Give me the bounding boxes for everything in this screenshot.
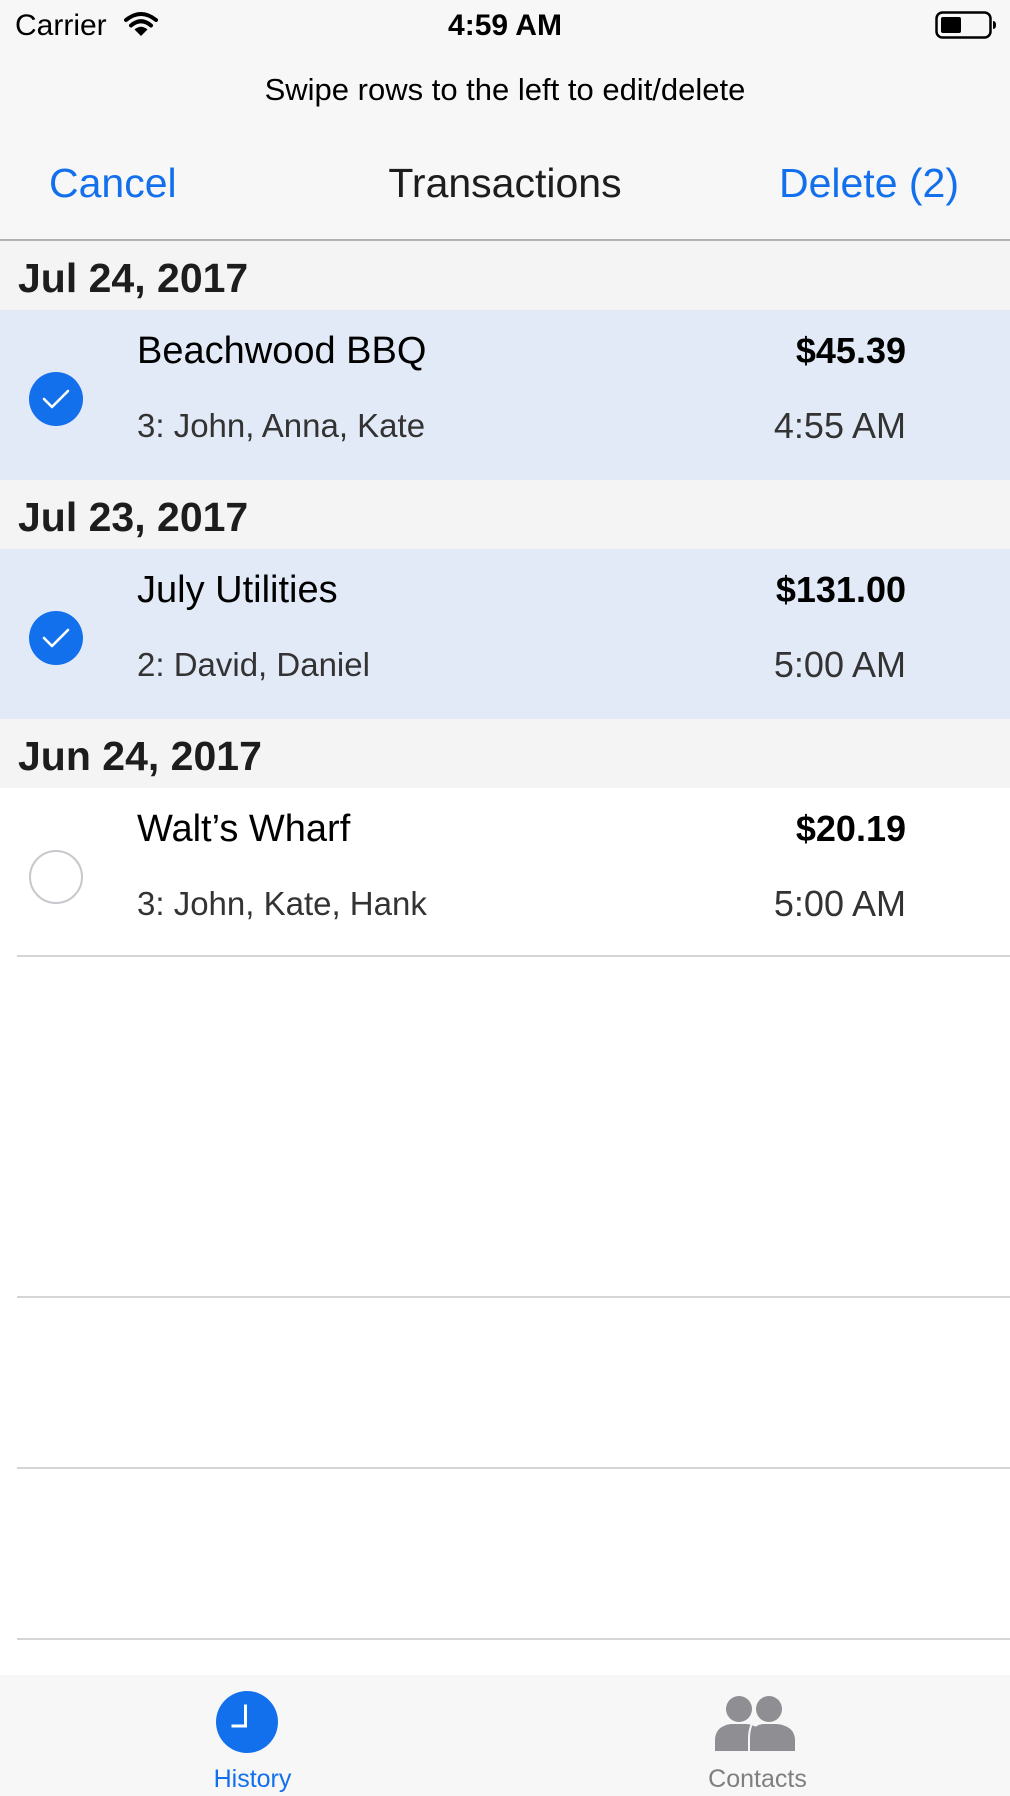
transaction-time: 4:55 AM — [773, 405, 906, 446]
row-separator — [17, 1638, 1010, 1640]
section-date: Jul 24, 2017 — [18, 255, 249, 301]
tab-contacts[interactable]: Contacts — [505, 1675, 1010, 1796]
transaction-time: 5:00 AM — [773, 644, 906, 685]
transaction-amount: $45.39 — [795, 330, 906, 371]
unselected-circle-icon[interactable] — [29, 850, 83, 904]
row-separator — [17, 1467, 1010, 1469]
navigation-bar: Swipe rows to the left to edit/delete Tr… — [0, 50, 1010, 241]
section-date: Jul 23, 2017 — [18, 494, 249, 540]
transaction-participants: 3: John, Kate, Hank — [137, 885, 427, 922]
section-header: Jul 23, 2017 — [0, 480, 1010, 549]
battery-icon — [935, 11, 997, 39]
section-header: Jul 24, 2017 — [0, 241, 1010, 310]
transaction-participants: 2: David, Daniel — [137, 646, 370, 683]
transaction-name: Walt’s Wharf — [137, 808, 351, 850]
status-bar: Carrier 4:59 AM — [0, 0, 1010, 50]
tab-history[interactable]: History — [0, 1675, 505, 1796]
tab-label: Contacts — [708, 1765, 807, 1793]
transaction-row[interactable]: July Utilities $131.00 2: David, Daniel … — [0, 549, 1010, 719]
transaction-name: July Utilities — [137, 569, 338, 611]
status-time: 4:59 AM — [448, 9, 562, 42]
transaction-row[interactable]: Beachwood BBQ $45.39 3: John, Anna, Kate… — [0, 310, 1010, 480]
tab-bar: History Contacts — [0, 1675, 1010, 1796]
row-separator — [17, 955, 1010, 957]
delete-button[interactable]: Delete (2) — [779, 160, 959, 206]
transaction-amount: $131.00 — [775, 569, 906, 610]
transaction-time: 5:00 AM — [773, 883, 906, 924]
transaction-row[interactable]: Walt’s Wharf $20.19 3: John, Kate, Hank … — [0, 788, 1010, 958]
clock-icon — [216, 1691, 278, 1758]
transaction-amount: $20.19 — [795, 808, 906, 849]
edit-hint: Swipe rows to the left to edit/delete — [264, 72, 746, 107]
selected-checkmark-icon[interactable] — [29, 611, 83, 665]
transaction-name: Beachwood BBQ — [137, 330, 427, 372]
section-date: Jun 24, 2017 — [18, 733, 262, 779]
row-separator — [17, 1296, 1010, 1298]
selected-checkmark-icon[interactable] — [29, 372, 83, 426]
contacts-icon — [713, 1693, 799, 1758]
section-header: Jun 24, 2017 — [0, 719, 1010, 788]
cancel-button[interactable]: Cancel — [49, 160, 177, 206]
tab-label: History — [213, 1765, 292, 1793]
transaction-participants: 3: John, Anna, Kate — [137, 407, 426, 444]
